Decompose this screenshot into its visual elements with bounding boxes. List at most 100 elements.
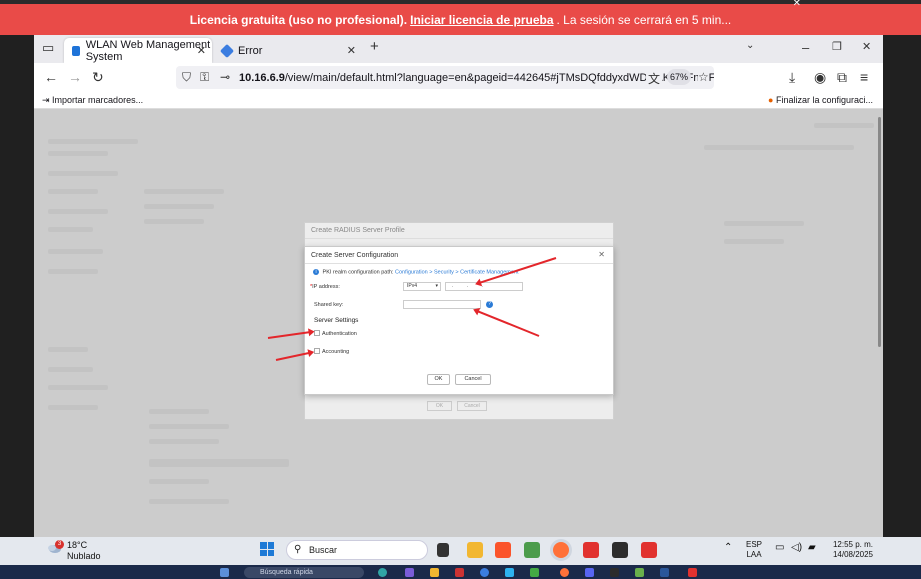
firefox-icon[interactable] [560, 568, 569, 577]
quick-search[interactable]: Búsqueda rápida [244, 567, 364, 578]
cancel-button[interactable]: Cancel [455, 374, 491, 385]
tab-list-icon[interactable]: ▭ [42, 40, 54, 56]
authentication-label: Authentication [322, 331, 357, 337]
weather-condition: Nublado [67, 551, 101, 561]
app-icon[interactable] [585, 568, 594, 577]
second-taskbar: Búsqueda rápida [0, 565, 921, 579]
key-icon[interactable]: ⊸ [220, 70, 230, 84]
weather-widget[interactable]: 3 18°C Nublado [46, 540, 101, 562]
terminal-icon[interactable] [612, 542, 628, 558]
nav-bar: ← → ↻ ⛉ ⚿ ⊸ 10.16.6.9/view/main/default.… [34, 63, 883, 92]
close-icon[interactable]: ✕ [793, 0, 801, 9]
license-banner: Licencia gratuita (uso no profesional). … [0, 0, 921, 35]
create-server-dialog: Create Server Configuration ✕ i PKI real… [304, 246, 614, 395]
app-icon[interactable] [635, 568, 644, 577]
temperature: 18°C [67, 540, 88, 550]
zoom-level[interactable]: 67% [667, 69, 691, 85]
error-favicon-icon [219, 43, 235, 58]
radius-ok-button[interactable]: OK [427, 401, 452, 411]
task-view-icon[interactable] [437, 543, 449, 557]
ip-type-select[interactable]: IPv4 ▾ [403, 282, 441, 291]
shield-icon[interactable]: ⛉ [182, 70, 191, 85]
import-icon: ⇥ [42, 95, 53, 105]
battery-icon[interactable]: ▰ [808, 543, 816, 553]
ip-address-label: *IP address: [310, 284, 340, 290]
page-content: Create RADIUS Server Profile OK Cancel C… [34, 109, 883, 537]
app-icon[interactable] [505, 568, 514, 577]
volume-icon[interactable]: ◁) [791, 543, 802, 553]
ip-address-input[interactable]: . . . [445, 282, 523, 291]
import-bookmarks-link[interactable]: ⇥ Importar marcadores... [42, 95, 143, 106]
chevron-up-icon[interactable]: ⌃ [724, 543, 732, 553]
page-scrollbar[interactable] [878, 117, 881, 347]
close-window-icon[interactable]: ✕ [862, 40, 871, 53]
star-icon[interactable]: ☆ [698, 70, 709, 84]
url-bar[interactable]: ⛉ ⚿ ⊸ 10.16.6.9/view/main/default.html?l… [176, 66, 714, 89]
new-tab-icon[interactable]: + [370, 38, 379, 55]
close-icon[interactable]: ✕ [598, 250, 605, 259]
windows-start-icon[interactable] [220, 568, 229, 577]
translate-icon[interactable]: 文 [646, 70, 663, 87]
minimize-icon[interactable]: – [802, 40, 809, 55]
network-icon[interactable]: ▭ [775, 543, 784, 553]
anydesk-icon[interactable] [583, 542, 599, 558]
tab-label: Error [238, 44, 263, 57]
start-trial-link[interactable]: Iniciar licencia de prueba [410, 13, 553, 27]
brave-browser-icon[interactable] [495, 542, 511, 558]
anydesk-icon[interactable] [641, 542, 657, 558]
dialog-title: Create Server Configuration [311, 252, 399, 259]
file-explorer-icon[interactable] [467, 542, 483, 558]
anydesk-icon[interactable] [688, 568, 697, 577]
help-icon[interactable]: ? [486, 301, 493, 308]
extensions-icon[interactable]: ⧉ [837, 69, 847, 86]
word-icon[interactable] [660, 568, 669, 577]
clock[interactable]: 12:55 p. m. 14/08/2025 [828, 540, 878, 560]
app-icon[interactable] [455, 568, 464, 577]
download-icon[interactable]: ⤓ [789, 69, 795, 86]
desktop-screen: Licencia gratuita (uso no profesional). … [0, 0, 921, 579]
app-icon[interactable] [405, 568, 414, 577]
banner-text: Licencia gratuita (uso no profesional). [189, 12, 408, 27]
finish-setup-link[interactable]: ● Finalizar la configuraci... [768, 95, 873, 105]
chevron-down-icon: ▾ [435, 283, 438, 289]
back-icon[interactable]: ← [44, 69, 58, 85]
url-text[interactable]: 10.16.6.9/view/main/default.html?languag… [239, 72, 714, 84]
firefox-icon: ● [768, 95, 776, 105]
app-icon[interactable] [530, 568, 539, 577]
tab-bar: ▭ WLAN Web Management System ✕ Error ✕ +… [34, 35, 883, 63]
close-icon[interactable]: ✕ [197, 44, 206, 57]
tab-wlan[interactable]: WLAN Web Management System ✕ [64, 38, 212, 63]
accounting-checkbox[interactable] [314, 348, 320, 354]
shared-key-input[interactable] [403, 300, 481, 309]
windows-start-icon[interactable] [260, 542, 274, 556]
shared-key-label: Shared key: [314, 302, 344, 308]
lock-icon[interactable]: ⚿ [200, 70, 209, 85]
server-settings-heading: Server Settings [314, 317, 359, 324]
search-icon: ⚲ [294, 544, 302, 555]
app-icon[interactable] [378, 568, 387, 577]
forward-icon[interactable]: → [68, 69, 82, 85]
weather-badge: 3 [55, 540, 64, 549]
info-icon: i [313, 269, 319, 275]
image-app-icon[interactable] [524, 542, 540, 558]
taskbar: 3 18°C Nublado ⚲ Buscar ⌃ ESP LAA ▭ ◁) ▰… [0, 537, 921, 565]
restore-icon[interactable]: ❐ [832, 40, 842, 53]
radius-cancel-button[interactable]: Cancel [457, 401, 487, 411]
folder-icon[interactable] [430, 568, 439, 577]
dialog-header: Create Server Configuration ✕ [305, 247, 613, 264]
menu-icon[interactable]: ≡ [860, 69, 868, 85]
account-icon[interactable]: ◉ [814, 69, 826, 86]
taskbar-search[interactable]: ⚲ Buscar [286, 540, 428, 560]
app-icon[interactable] [480, 568, 489, 577]
banner-suffix: . La sesión se cerrará en 5 min... [556, 12, 732, 27]
pki-info: i PKI realm configuration path: Configur… [313, 269, 519, 275]
browser-window: ▭ WLAN Web Management System ✕ Error ✕ +… [34, 35, 883, 537]
ok-button[interactable]: OK [427, 374, 450, 385]
language-indicator[interactable]: ESP LAA [746, 540, 762, 560]
tab-error[interactable]: Error ✕ [214, 38, 362, 63]
firefox-icon[interactable] [553, 542, 569, 558]
chevron-down-icon[interactable]: ⌄ [746, 40, 754, 51]
reload-icon[interactable]: ↻ [92, 69, 104, 86]
app-icon[interactable] [610, 568, 619, 577]
close-icon[interactable]: ✕ [347, 44, 356, 57]
